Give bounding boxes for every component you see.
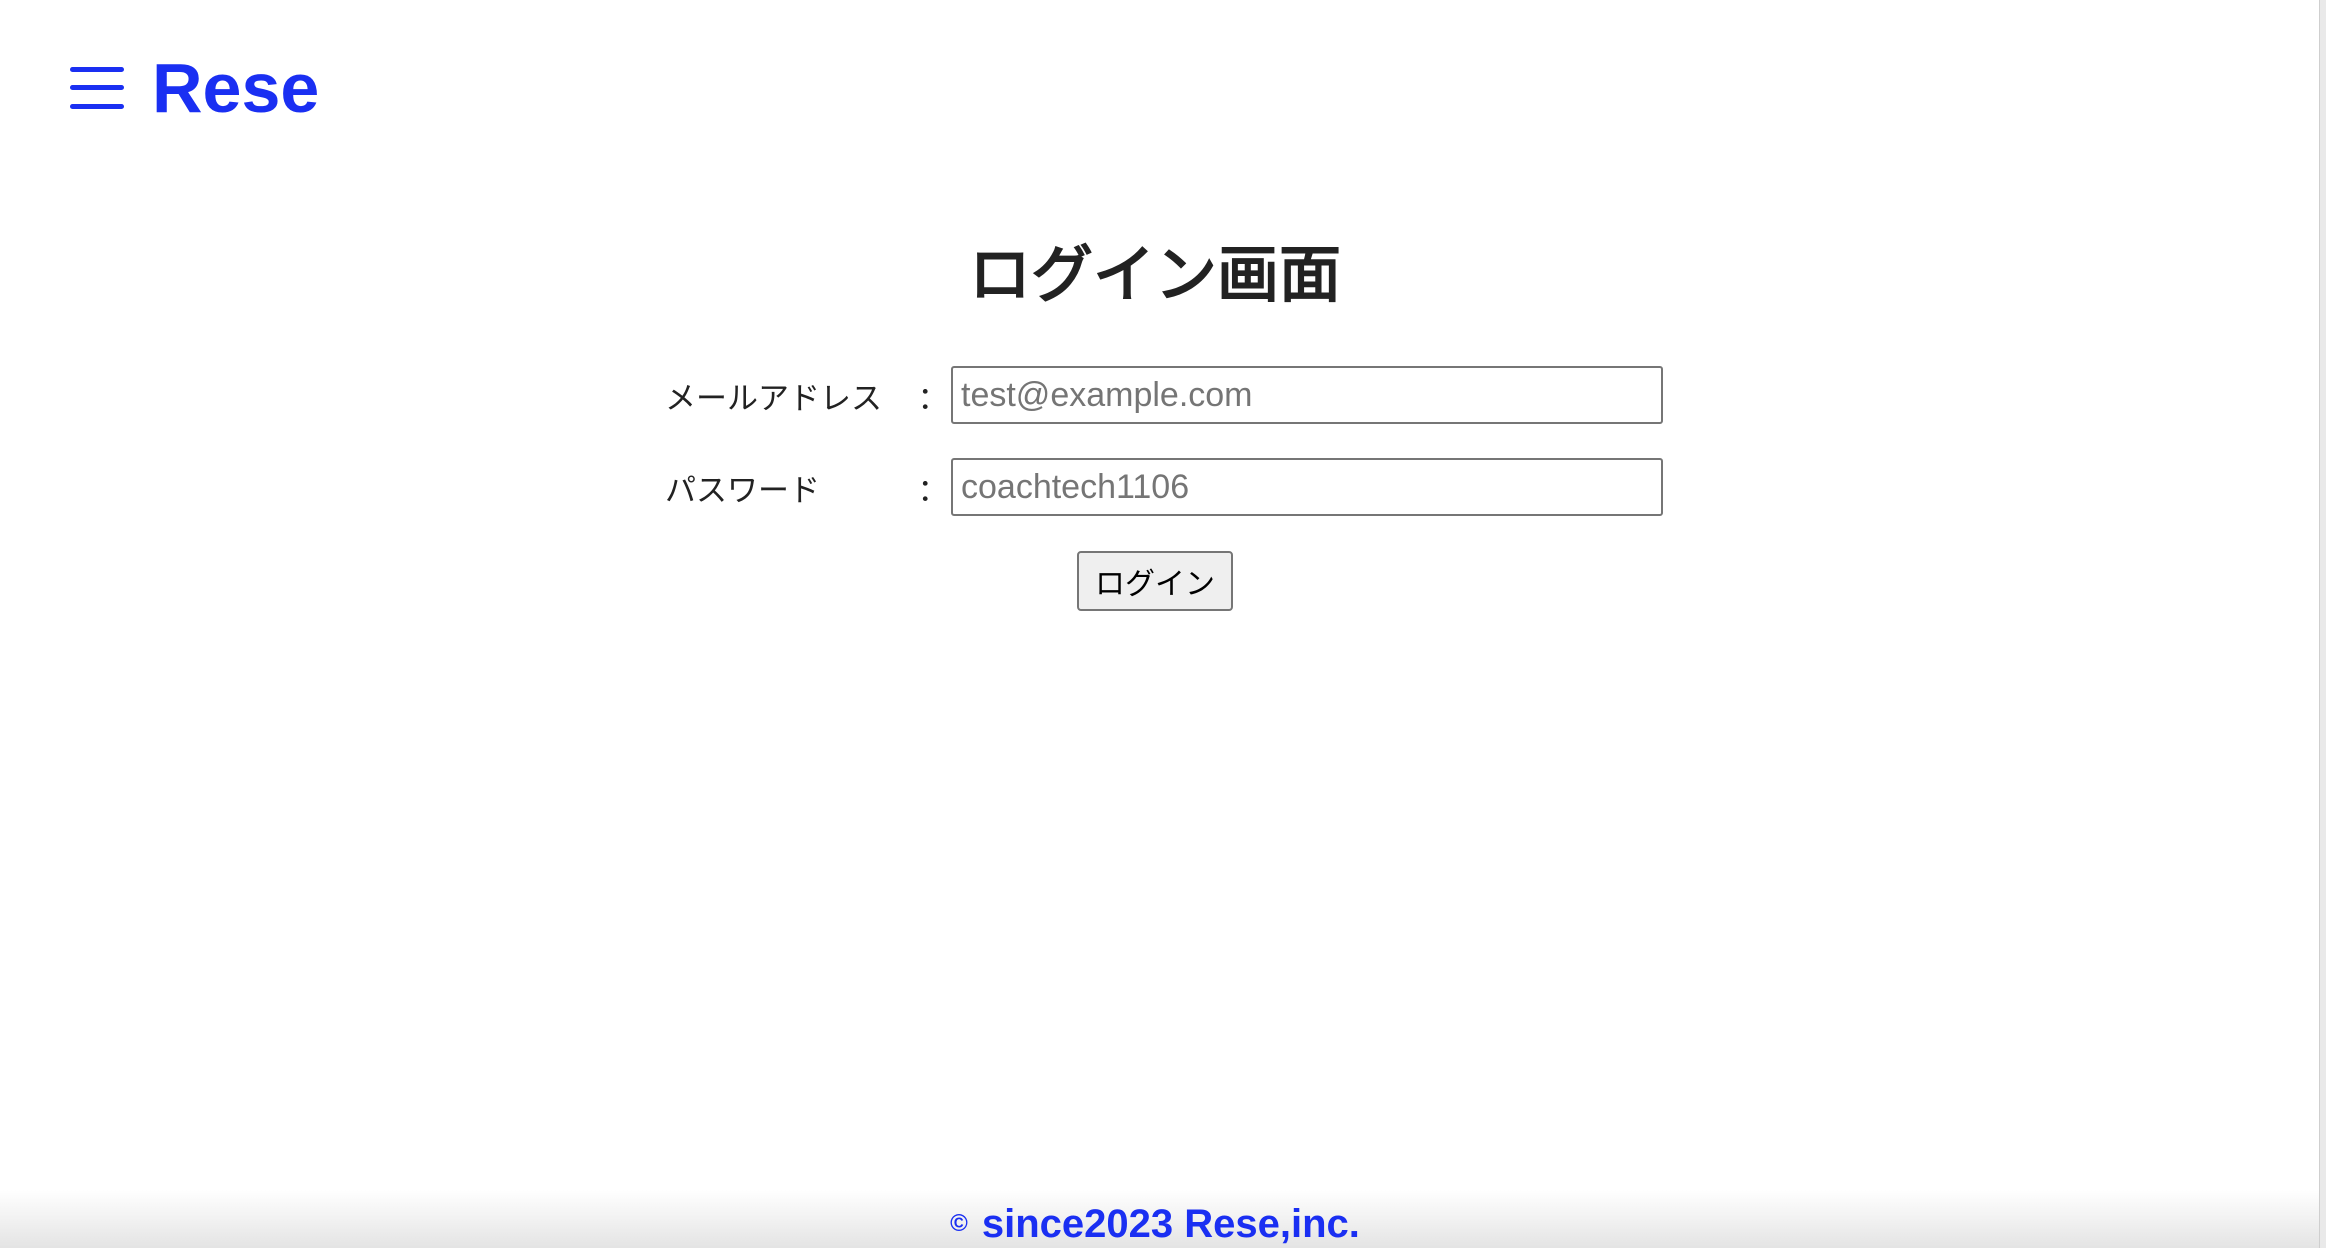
- menu-icon-bar-bottom: [70, 103, 124, 109]
- password-field[interactable]: [951, 458, 1663, 516]
- footer: © since2023 Rese,inc.: [0, 1200, 2310, 1248]
- email-field[interactable]: [951, 366, 1663, 424]
- brand-logo: Rese: [152, 48, 320, 127]
- header: Rese: [70, 40, 319, 135]
- email-label: メールアドレス: [665, 380, 882, 417]
- email-colon: ：: [917, 380, 949, 417]
- password-label: パスワード: [665, 472, 820, 509]
- hamburger-menu-icon[interactable]: [70, 66, 124, 109]
- password-colon: ：: [917, 472, 949, 509]
- menu-icon-bar-top: [70, 66, 124, 72]
- password-row: パスワード ：: [665, 458, 1663, 516]
- login-page: Rese ログイン画面 メールアドレス ： パスワード ： ログイン © sinc…: [0, 0, 2326, 1248]
- login-button[interactable]: ログイン: [1077, 551, 1233, 611]
- page-title: ログイン画面: [968, 238, 1341, 311]
- menu-icon-bar-middle: [70, 85, 124, 90]
- copyright-icon: ©: [950, 1210, 968, 1237]
- email-row: メールアドレス ：: [665, 366, 1663, 424]
- window-edge: [2319, 0, 2326, 1248]
- footer-text: since2023 Rese,inc.: [981, 1202, 1360, 1246]
